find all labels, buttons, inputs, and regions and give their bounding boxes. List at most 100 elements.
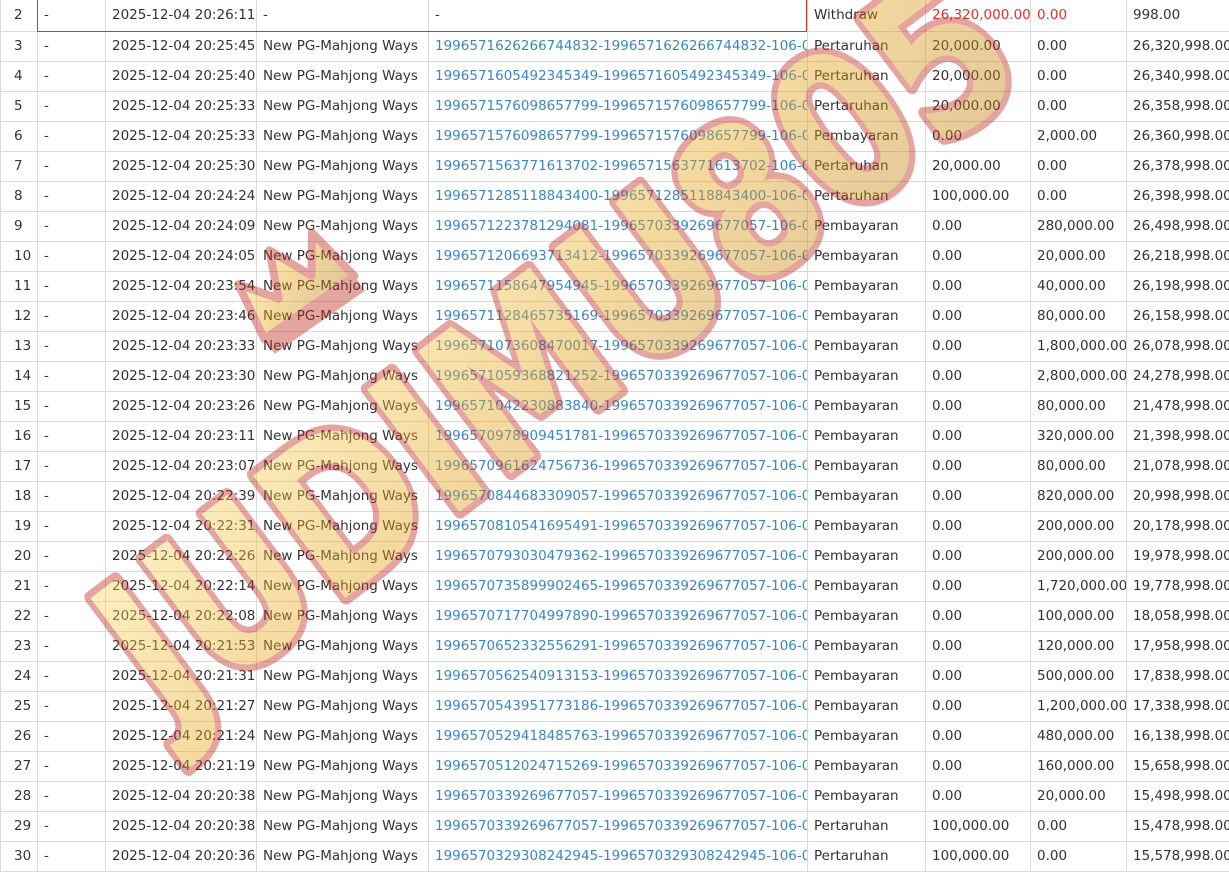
reference-link[interactable]: 1996571042230883840-1996570339269677057-… xyxy=(428,391,808,422)
reference-link[interactable]: 1996571576098657799-1996571576098657799-… xyxy=(428,91,808,122)
reference-link[interactable]: 1996570735899902465-1996570339269677057-… xyxy=(428,571,808,602)
reference-link[interactable]: 1996571073608470017-1996570339269677057-… xyxy=(428,331,808,362)
reference-link[interactable]: 1996570562540913153-1996570339269677057-… xyxy=(428,661,808,692)
reference-link[interactable]: 1996571158647954945-1996570339269677057-… xyxy=(428,271,808,302)
cell-time: 2025-12-04 20:25:33 xyxy=(105,121,257,152)
cell-dash: - xyxy=(37,61,106,92)
cell-time: 2025-12-04 20:25:45 xyxy=(105,31,257,62)
table-row: 2-2025-12-04 20:26:11- - Withdraw 26,320,00… xyxy=(0,0,1229,32)
table-row: 12-2025-12-04 20:23:46 New PG-Mahjong Way… xyxy=(0,301,1229,332)
cell-type: Withdraw xyxy=(807,0,926,32)
table-row: 4-2025-12-04 20:25:40 New PG-Mahjong Ways… xyxy=(0,61,1229,92)
cell-balance: 21,078,998.00 xyxy=(1126,451,1229,482)
row-number: 13 xyxy=(0,331,38,362)
table-row: 21-2025-12-04 20:22:14 New PG-Mahjong Way… xyxy=(0,571,1229,602)
cell-dash: - xyxy=(37,751,106,782)
cell-game: New PG-Mahjong Ways xyxy=(256,661,429,692)
cell-dash: - xyxy=(37,481,106,512)
cell-time: 2025-12-04 20:23:54 xyxy=(105,271,257,302)
row-number: 23 xyxy=(0,631,38,662)
table-row: 15-2025-12-04 20:23:26 New PG-Mahjong Way… xyxy=(0,391,1229,422)
cell-dash: - xyxy=(37,91,106,122)
cell-time: 2025-12-04 20:24:24 xyxy=(105,181,257,212)
cell-debit: 0.00 xyxy=(925,451,1031,482)
reference-link[interactable]: 1996570652332556291-1996570339269677057-… xyxy=(428,631,808,662)
cell-dash: - xyxy=(37,721,106,752)
cell-debit: 0.00 xyxy=(925,301,1031,332)
cell-game: New PG-Mahjong Ways xyxy=(256,811,429,842)
cell-debit: 20,000.00 xyxy=(925,91,1031,122)
reference-link[interactable]: 1996570543951773186-1996570339269677057-… xyxy=(428,691,808,722)
table-row: 30-2025-12-04 20:20:36 New PG-Mahjong Way… xyxy=(0,841,1229,872)
cell-time: 2025-12-04 20:21:24 xyxy=(105,721,257,752)
cell-credit: 0.00 xyxy=(1030,0,1127,32)
cell-game: - xyxy=(256,0,429,32)
transaction-table-body: 2-2025-12-04 20:26:11- - Withdraw 26,320,00… xyxy=(0,0,1229,872)
row-number: 18 xyxy=(0,481,38,512)
cell-type: Pembayaran xyxy=(807,751,926,782)
reference-link[interactable]: 1996571059368821252-1996570339269677057-… xyxy=(428,361,808,392)
cell-type: Pertaruhan xyxy=(807,811,926,842)
cell-game: New PG-Mahjong Ways xyxy=(256,571,429,602)
row-number: 20 xyxy=(0,541,38,572)
row-number: 12 xyxy=(0,301,38,332)
reference-link[interactable]: 1996571206693713412-1996570339269677057-… xyxy=(428,241,808,272)
cell-balance: 26,498,998.00 xyxy=(1126,211,1229,242)
cell-game: New PG-Mahjong Ways xyxy=(256,211,429,242)
row-number: 7 xyxy=(0,151,38,182)
cell-game: New PG-Mahjong Ways xyxy=(256,511,429,542)
reference-link[interactable]: 1996570512024715269-1996570339269677057-… xyxy=(428,751,808,782)
cell-time: 2025-12-04 20:21:27 xyxy=(105,691,257,722)
row-number: 8 xyxy=(0,181,38,212)
cell-debit: 26,320,000.00 xyxy=(925,0,1031,32)
cell-balance: 26,358,998.00 xyxy=(1126,91,1229,122)
reference-link[interactable]: 1996570961624756736-1996570339269677057-… xyxy=(428,451,808,482)
cell-game: New PG-Mahjong Ways xyxy=(256,241,429,272)
row-number: 3 xyxy=(0,31,38,62)
reference-link[interactable]: 1996571563771613702-1996571563771613702-… xyxy=(428,151,808,182)
cell-type: Pembayaran xyxy=(807,541,926,572)
reference-link[interactable]: 1996570844683309057-1996570339269677057-… xyxy=(428,481,808,512)
cell-dash: - xyxy=(37,121,106,152)
cell-game: New PG-Mahjong Ways xyxy=(256,601,429,632)
reference-link[interactable]: 1996571626266744832-1996571626266744832-… xyxy=(428,31,808,62)
cell-type: Pembayaran xyxy=(807,391,926,422)
cell-balance: 26,340,998.00 xyxy=(1126,61,1229,92)
reference-link[interactable]: 1996571285118843400-1996571285118843400-… xyxy=(428,181,808,212)
cell-credit: 40,000.00 xyxy=(1030,271,1127,302)
reference-link[interactable]: 1996571128465735169-1996570339269677057-… xyxy=(428,301,808,332)
reference-link[interactable]: 1996570793030479362-1996570339269677057-… xyxy=(428,541,808,572)
reference-link[interactable]: 1996571576098657799-1996571576098657799-… xyxy=(428,121,808,152)
row-number: 9 xyxy=(0,211,38,242)
reference-link[interactable]: 1996571605492345349-1996571605492345349-… xyxy=(428,61,808,92)
cell-debit: 0.00 xyxy=(925,541,1031,572)
reference-link[interactable]: 1996570339269677057-1996570339269677057-… xyxy=(428,781,808,812)
reference-link[interactable]: 1996571223781294081-1996570339269677057-… xyxy=(428,211,808,242)
reference-link[interactable]: 1996570810541695491-1996570339269677057-… xyxy=(428,511,808,542)
cell-game: New PG-Mahjong Ways xyxy=(256,841,429,872)
row-number: 11 xyxy=(0,271,38,302)
table-row: 11-2025-12-04 20:23:54 New PG-Mahjong Way… xyxy=(0,271,1229,302)
cell-type: Pembayaran xyxy=(807,511,926,542)
cell-time: 2025-12-04 20:21:53 xyxy=(105,631,257,662)
cell-credit: 2,800,000.00 xyxy=(1030,361,1127,392)
cell-type: Pembayaran xyxy=(807,331,926,362)
reference-link[interactable]: 1996570529418485763-1996570339269677057-… xyxy=(428,721,808,752)
reference-link[interactable]: 1996570717704997890-1996570339269677057-… xyxy=(428,601,808,632)
row-number: 15 xyxy=(0,391,38,422)
cell-debit: 0.00 xyxy=(925,481,1031,512)
cell-balance: 24,278,998.00 xyxy=(1126,361,1229,392)
cell-game: New PG-Mahjong Ways xyxy=(256,121,429,152)
cell-credit: 0.00 xyxy=(1030,31,1127,62)
reference-link[interactable]: 1996570339269677057-1996570339269677057-… xyxy=(428,811,808,842)
reference-link[interactable]: 1996570978909451781-1996570339269677057-… xyxy=(428,421,808,452)
cell-debit: 100,000.00 xyxy=(925,841,1031,872)
cell-type: Pembayaran xyxy=(807,691,926,722)
reference-link[interactable]: 1996570329308242945-1996570329308242945-… xyxy=(428,841,808,872)
cell-credit: 80,000.00 xyxy=(1030,301,1127,332)
cell-dash: - xyxy=(37,511,106,542)
cell-credit: 0.00 xyxy=(1030,91,1127,122)
cell-balance: 15,578,998.00 xyxy=(1126,841,1229,872)
table-row: 23-2025-12-04 20:21:53 New PG-Mahjong Way… xyxy=(0,631,1229,662)
row-number: 28 xyxy=(0,781,38,812)
